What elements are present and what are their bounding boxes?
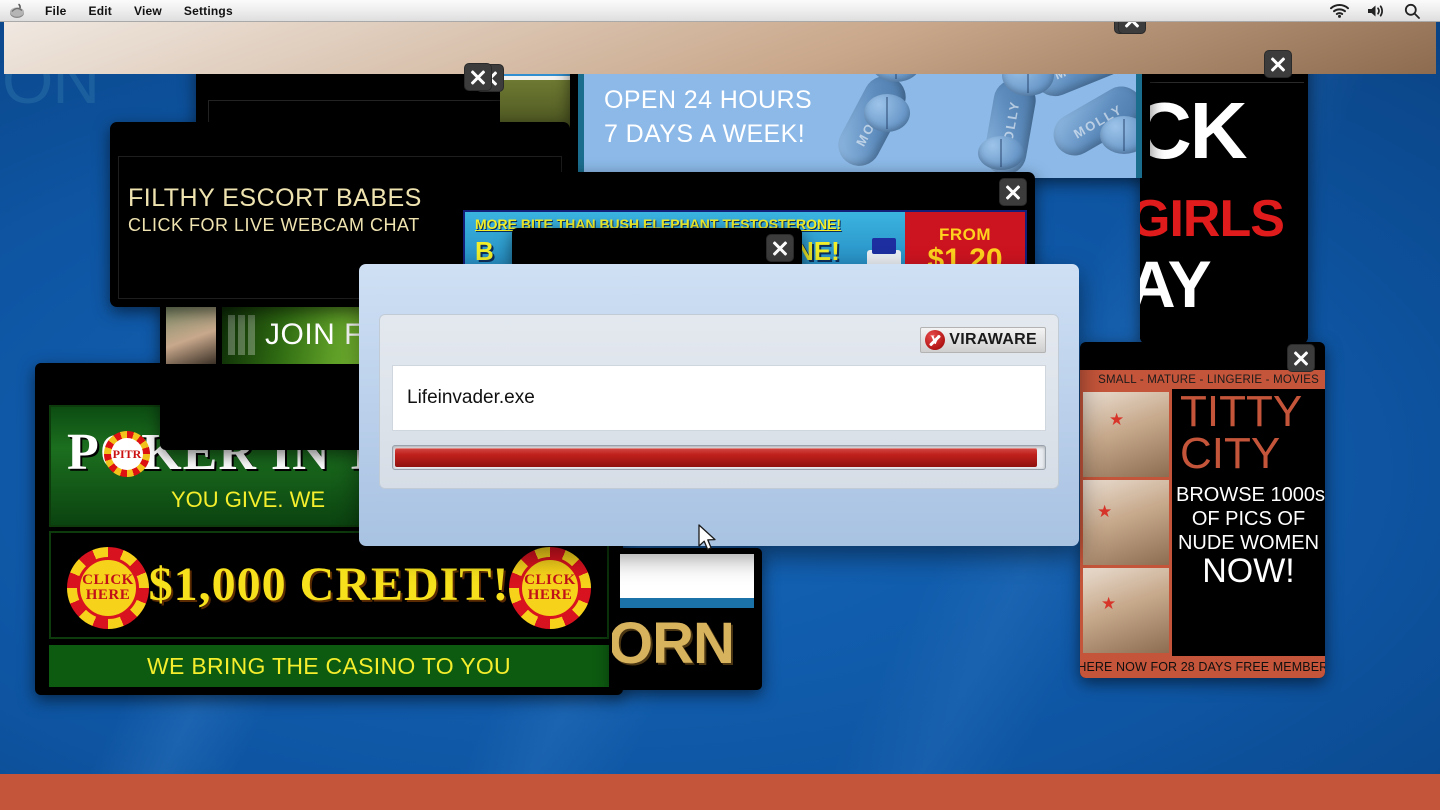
badge-letter: V bbox=[930, 332, 940, 347]
popup-titty-city[interactable]: SMALL - MATURE - LINGERIE - MOVIES ★ ★ ★… bbox=[1080, 342, 1325, 678]
menu-bar: File Edit View Settings bbox=[0, 0, 1440, 22]
round-pill bbox=[1100, 116, 1136, 154]
chip-line-1: CLICK bbox=[524, 571, 576, 588]
pills-headline-2: 7 DAYS A WEEK! bbox=[604, 120, 806, 148]
viraware-badge-icon: V bbox=[925, 330, 946, 350]
dialog-panel: V VIRAWARE Lifeinvader.exe bbox=[379, 314, 1059, 489]
apple-logo-icon[interactable] bbox=[0, 2, 34, 19]
girls-line-3: AY bbox=[1140, 247, 1212, 321]
titty-city-thumbnails: ★ ★ ★ bbox=[1080, 389, 1172, 656]
pills-headline-1: OPEN 24 HOURS bbox=[604, 86, 813, 114]
round-pill bbox=[978, 136, 1024, 170]
menu-item-view[interactable]: View bbox=[123, 0, 173, 22]
titty-city-footer: CLICK HERE NOW FOR 28 DAYS FREE MEMBERSH… bbox=[1080, 656, 1325, 678]
star-icon: ★ bbox=[1097, 502, 1113, 521]
menu-item-edit[interactable]: Edit bbox=[77, 0, 122, 22]
close-icon[interactable] bbox=[1264, 50, 1292, 78]
porn-wordmark: ORN bbox=[612, 611, 735, 676]
banner-bars-decoration bbox=[228, 315, 255, 355]
star-icon: ★ bbox=[1101, 594, 1117, 613]
search-icon[interactable] bbox=[1404, 3, 1420, 19]
girls-line-2: GIRLS bbox=[1140, 190, 1285, 248]
thumbnail-cell: ★ bbox=[1083, 568, 1169, 653]
poker-chip-icon: PITR bbox=[104, 431, 150, 477]
volume-icon[interactable] bbox=[1367, 4, 1386, 18]
escort-headline: FILTHY ESCORT BABES bbox=[128, 184, 422, 212]
join-label: JOIN F bbox=[265, 318, 363, 351]
price-from-label: FROM bbox=[938, 225, 992, 244]
popup-porn-site[interactable]: ORN bbox=[612, 548, 762, 690]
round-pill bbox=[864, 94, 910, 132]
download-filename: Lifeinvader.exe bbox=[392, 365, 1046, 431]
close-icon[interactable] bbox=[999, 178, 1027, 206]
viraware-brand-label: VIRAWARE bbox=[949, 331, 1037, 348]
viraware-download-dialog[interactable]: V VIRAWARE Lifeinvader.exe bbox=[359, 264, 1079, 546]
escort-subline: CLICK FOR LIVE WEBCAM CHAT bbox=[128, 215, 420, 235]
chip-line-2: HERE bbox=[527, 587, 573, 603]
titty-city-body: SMALL - MATURE - LINGERIE - MOVIES ★ ★ ★… bbox=[1080, 370, 1325, 678]
titty-city-name-2: CITY bbox=[1180, 429, 1281, 478]
porn-white-area bbox=[620, 554, 754, 598]
titty-city-name-1: TITTY bbox=[1180, 387, 1303, 436]
titty-city-body-2: OF PICS OF bbox=[1191, 508, 1306, 530]
menu-item-settings[interactable]: Settings bbox=[173, 0, 244, 22]
star-icon: ★ bbox=[1109, 410, 1125, 429]
poker-chip-label: PITR bbox=[111, 438, 143, 470]
thumbnail-cell: ★ bbox=[1083, 480, 1169, 565]
download-progress-fill bbox=[395, 448, 1037, 467]
titty-city-cta: NOW! bbox=[1202, 552, 1295, 590]
viraware-logo: V VIRAWARE bbox=[920, 327, 1046, 353]
popup-hot-girls[interactable]: CK GIRLS AY bbox=[1140, 44, 1308, 344]
poker-footer: WE BRING THE CASINO TO YOU bbox=[49, 645, 609, 687]
close-icon[interactable] bbox=[1287, 344, 1315, 372]
girls-content-area: CK GIRLS AY bbox=[1140, 82, 1304, 344]
thumbnail-cell: ★ bbox=[1083, 392, 1169, 477]
thumbnail-photo bbox=[166, 306, 216, 364]
click-here-chip-right[interactable]: CLICK HERE bbox=[509, 547, 591, 629]
mouse-pointer-icon bbox=[697, 524, 719, 559]
poker-credit-panel: CLICK HERE $1,000 CREDIT! CLICK HERE bbox=[49, 531, 609, 639]
wifi-icon[interactable] bbox=[1330, 3, 1349, 18]
desktop-screen: POKER IN T PITR YOU GIVE. WE CLICK HERE … bbox=[0, 0, 1440, 810]
download-progress-bar bbox=[392, 445, 1046, 470]
close-icon[interactable] bbox=[766, 234, 794, 262]
close-icon[interactable] bbox=[464, 63, 492, 91]
popup-small-blank[interactable] bbox=[512, 228, 802, 268]
menu-bar-status-area bbox=[1330, 3, 1440, 19]
poker-subtitle: YOU GIVE. WE bbox=[171, 487, 326, 512]
testosterone-subhead: B bbox=[475, 236, 494, 266]
titty-city-body-1: BROWSE 1000s bbox=[1176, 484, 1325, 506]
porn-blue-bar bbox=[620, 598, 754, 608]
menu-item-file[interactable]: File bbox=[34, 0, 77, 22]
girls-line-1: CK bbox=[1140, 86, 1248, 175]
